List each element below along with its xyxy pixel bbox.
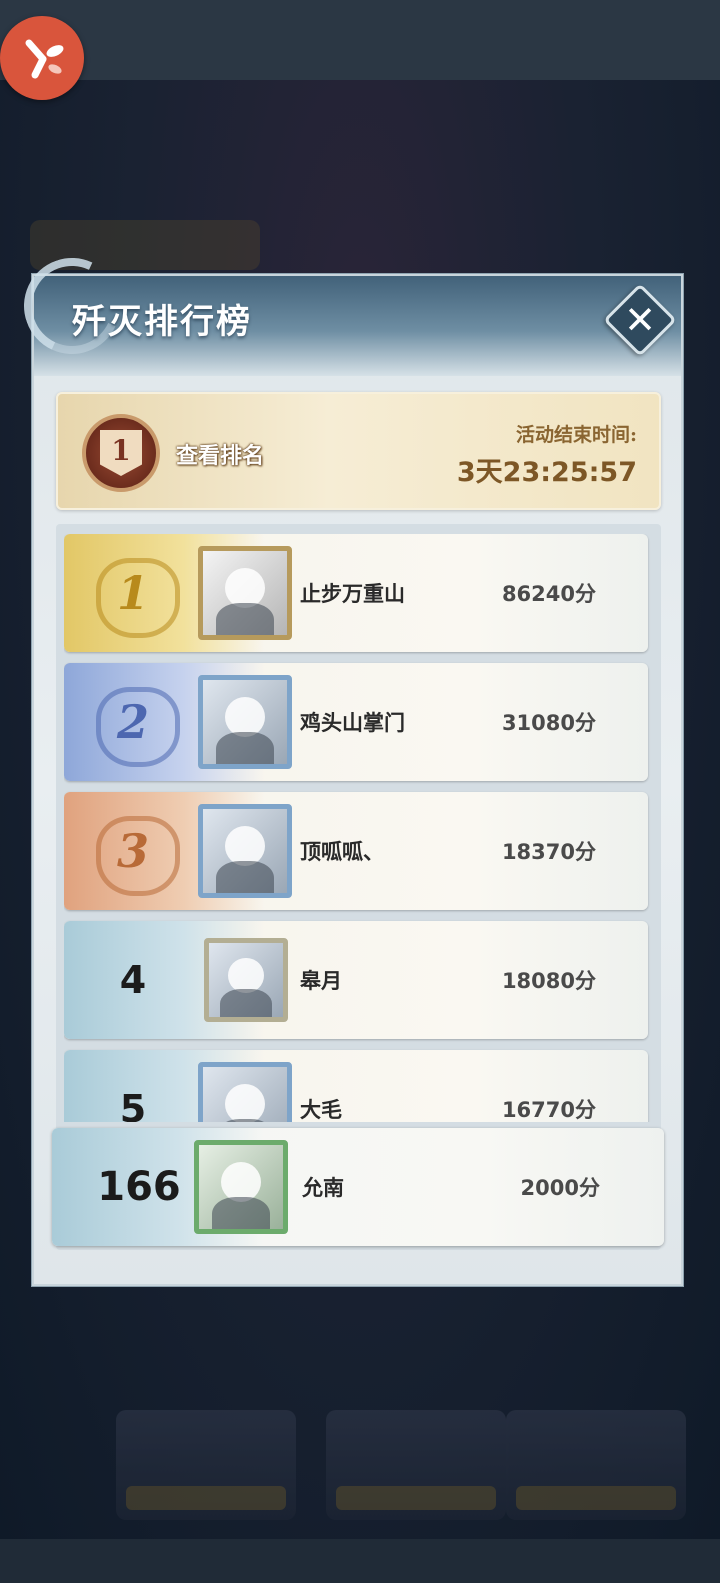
- view-rank-button[interactable]: 查看排名: [176, 438, 264, 470]
- rank-number: 4: [119, 958, 147, 1002]
- rank-emblem-icon: 1: [82, 414, 160, 492]
- ranking-row[interactable]: 1 止步万重山 86240分: [64, 534, 648, 652]
- avatar-face: [224, 567, 266, 609]
- player-name: 顶呱呱、: [300, 839, 384, 864]
- player-name: 皋月: [300, 968, 342, 993]
- avatar-face: [228, 957, 264, 994]
- avatar-face: [224, 1083, 266, 1122]
- avatar[interactable]: [198, 804, 292, 898]
- player-score: 18080分: [501, 969, 596, 993]
- avatar-body: [220, 988, 272, 1017]
- my-rank-banner: 1 查看排名 活动结束时间: 3天23:25:57: [56, 392, 661, 510]
- player-name: 止步万重山: [300, 581, 405, 606]
- ranking-row[interactable]: 2 鸡头山掌门 31080分: [64, 663, 648, 781]
- player-score: 18370分: [501, 840, 596, 864]
- avatar[interactable]: [204, 938, 288, 1022]
- gold-medal-icon: 1: [92, 554, 180, 638]
- avatar[interactable]: [198, 1062, 292, 1122]
- player-name: 鸡头山掌门: [300, 710, 405, 735]
- navigation-bar: [0, 1539, 720, 1583]
- my-player-name: 允南: [302, 1175, 344, 1200]
- avatar-body: [215, 861, 275, 893]
- event-end-countdown: 3天23:25:57: [456, 457, 637, 488]
- dialog-title: 歼灭排行榜: [72, 302, 252, 342]
- silver-medal-icon: 2: [92, 683, 180, 767]
- rank-emblem-number: 1: [100, 430, 142, 476]
- status-bar: [0, 0, 720, 80]
- avatar-body: [215, 1119, 275, 1122]
- avatar[interactable]: [198, 675, 292, 769]
- bronze-medal-icon: 3: [92, 812, 180, 896]
- avatar-body: [215, 732, 275, 764]
- my-rank-number: 166: [97, 1164, 181, 1210]
- dialog-header: 歼灭排行榜 ✕: [10, 244, 681, 376]
- player-score: 16770分: [501, 1098, 596, 1122]
- player-score: 86240分: [501, 582, 596, 606]
- avatar-body: [211, 1197, 271, 1229]
- avatar[interactable]: [198, 546, 292, 640]
- app-logo-icon[interactable]: [0, 16, 84, 100]
- background-tile: [506, 1410, 686, 1520]
- my-avatar[interactable]: [194, 1140, 288, 1234]
- ranking-row[interactable]: 4 皋月 18080分: [64, 921, 648, 1039]
- ranking-row[interactable]: 3 顶呱呱、 18370分: [64, 792, 648, 910]
- ranking-row[interactable]: 5 大毛 16770分: [64, 1050, 648, 1122]
- avatar-face: [224, 825, 266, 867]
- my-player-score: 2000分: [520, 1176, 600, 1200]
- ranking-list[interactable]: 1 止步万重山 86240分 2 鸡头山掌门 31080分 3 顶呱呱、 183…: [64, 534, 654, 1122]
- background-tile: [326, 1410, 506, 1520]
- event-end-label: 活动结束时间:: [515, 424, 637, 446]
- leaderboard-dialog: 歼灭排行榜 ✕ 1 查看排名 活动结束时间: 3天23:25:57 1 止步万重…: [10, 244, 683, 1286]
- player-score: 31080分: [501, 711, 596, 735]
- avatar-face: [220, 1161, 262, 1203]
- close-icon[interactable]: ✕: [614, 294, 666, 346]
- avatar-face: [224, 696, 266, 738]
- my-ranking-row[interactable]: 166 允南 2000分: [52, 1128, 664, 1246]
- player-name: 大毛: [300, 1097, 342, 1122]
- app-logo-glyph: [25, 39, 64, 79]
- avatar-body: [215, 603, 275, 635]
- rank-number: 5: [119, 1087, 147, 1122]
- background-tile: [116, 1410, 296, 1520]
